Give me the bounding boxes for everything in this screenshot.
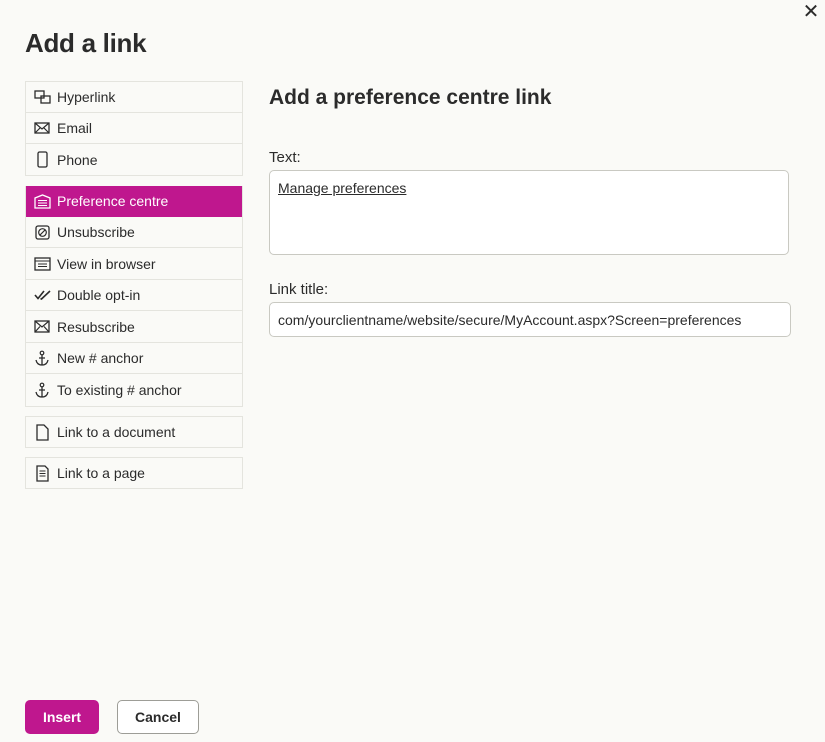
- text-field-value: Manage preferences: [278, 180, 407, 196]
- text-field-label: Text:: [269, 149, 301, 166]
- preference-centre-icon: [33, 192, 51, 210]
- nav-item-phone[interactable]: Phone: [26, 144, 242, 175]
- document-icon: [33, 423, 51, 441]
- nav-item-label: Phone: [57, 151, 98, 168]
- nav-item-label: Email: [57, 120, 93, 136]
- nav-item-label: Resubscribe: [57, 318, 135, 335]
- nav-item-resubscribe[interactable]: Resubscribe: [26, 311, 242, 343]
- nav-item-email[interactable]: Email: [26, 113, 242, 144]
- nav-group-basic: Hyperlink Email Phone: [25, 81, 243, 176]
- nav-item-new-anchor[interactable]: New # anchor: [26, 343, 242, 374]
- anchor-icon: [33, 349, 51, 367]
- nav-item-label: View in browser: [57, 255, 156, 272]
- unsubscribe-icon: [33, 223, 51, 241]
- nav-item-label: Preference centre: [57, 193, 169, 209]
- nav-group-document: Link to a document: [25, 416, 243, 448]
- link-title-input[interactable]: [269, 302, 791, 337]
- page-icon: [33, 464, 51, 482]
- nav-item-hyperlink[interactable]: Hyperlink: [26, 82, 242, 113]
- nav-item-label: Double opt-in: [57, 287, 141, 303]
- nav-group-special: Preference centre Unsubscribe View in br…: [25, 186, 243, 407]
- close-icon[interactable]: ✕: [801, 2, 821, 22]
- nav-item-label: Link to a document: [57, 424, 176, 440]
- nav-item-label: To existing # anchor: [57, 382, 182, 398]
- email-icon: [33, 119, 51, 137]
- anchor-icon: [33, 381, 51, 399]
- phone-icon: [33, 151, 51, 169]
- text-field[interactable]: Manage preferences: [269, 170, 789, 255]
- nav-item-label: New # anchor: [57, 350, 144, 366]
- resubscribe-icon: [33, 318, 51, 336]
- nav-item-link-to-page[interactable]: Link to a page: [26, 458, 242, 488]
- nav-item-view-in-browser[interactable]: View in browser: [26, 248, 242, 280]
- nav-item-existing-anchor[interactable]: To existing # anchor: [26, 374, 242, 406]
- double-check-icon: [33, 286, 51, 304]
- nav-group-page: Link to a page: [25, 457, 243, 489]
- nav-item-link-to-document[interactable]: Link to a document: [26, 417, 242, 447]
- cancel-button[interactable]: Cancel: [117, 700, 199, 734]
- nav-item-unsubscribe[interactable]: Unsubscribe: [26, 217, 242, 248]
- nav-item-preference-centre[interactable]: Preference centre: [26, 186, 242, 217]
- hyperlink-icon: [33, 88, 51, 106]
- nav-item-label: Link to a page: [57, 465, 145, 481]
- link-title-label: Link title:: [269, 281, 329, 298]
- nav-item-double-opt-in[interactable]: Double opt-in: [26, 280, 242, 311]
- dialog-title: Add a link: [25, 28, 147, 58]
- insert-button[interactable]: Insert: [25, 700, 99, 734]
- browser-icon: [33, 255, 51, 273]
- nav-item-label: Unsubscribe: [57, 224, 135, 240]
- panel-title: Add a preference centre link: [269, 86, 552, 109]
- nav-item-label: Hyperlink: [57, 89, 116, 105]
